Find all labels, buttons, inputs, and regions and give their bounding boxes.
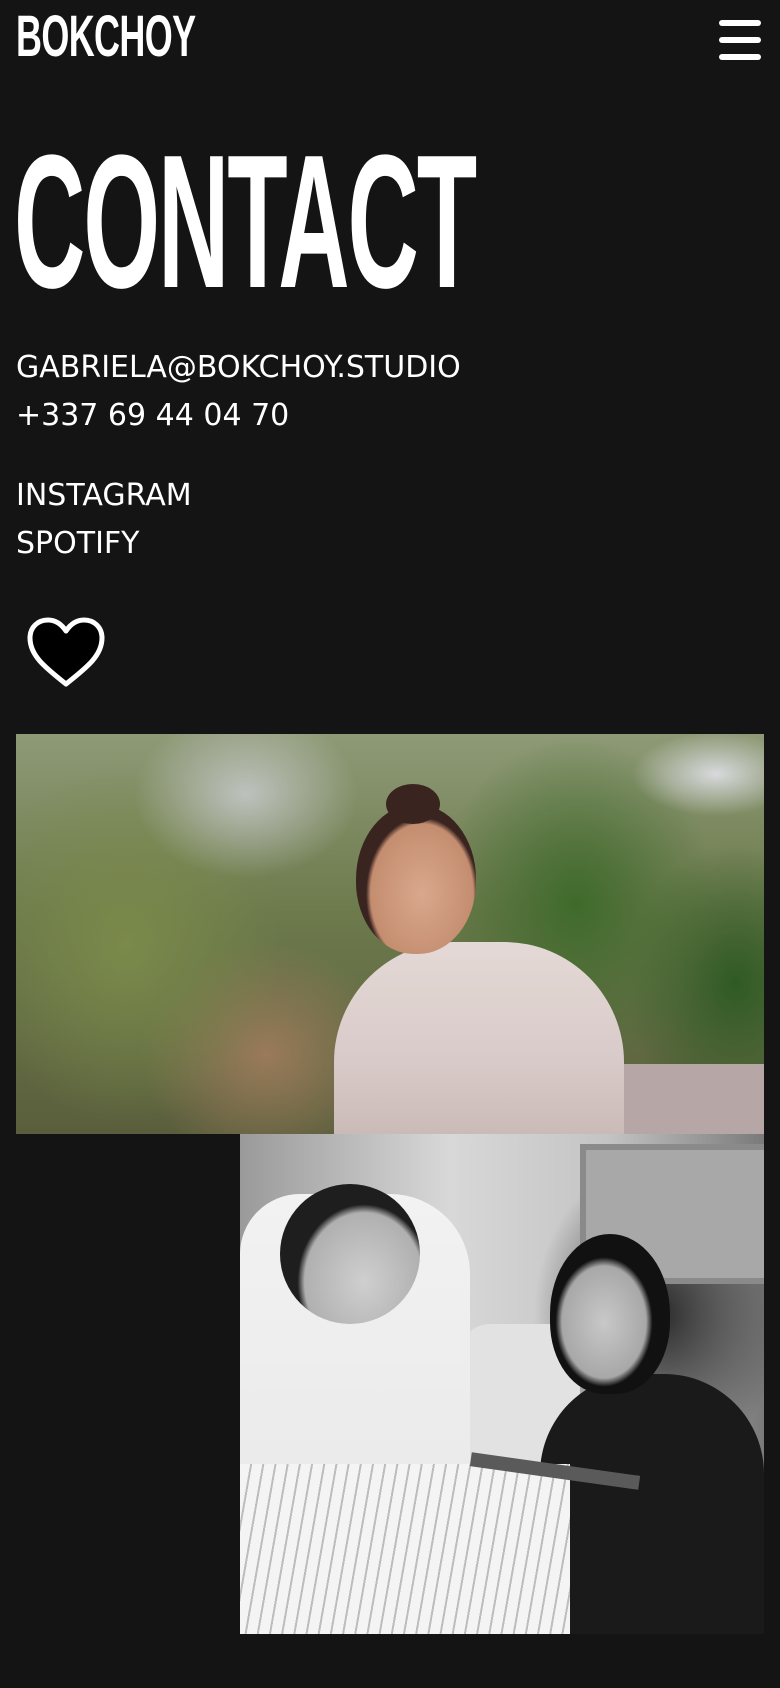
photo-figure-head — [356, 804, 476, 954]
heart-outline-svg — [27, 617, 105, 687]
menu-bar-top — [719, 20, 761, 26]
email-link[interactable]: GABRIELA@BOKCHOY.STUDIO — [16, 350, 461, 386]
spotify-link[interactable]: SPOTIFY — [16, 526, 140, 562]
instagram-link[interactable]: INSTAGRAM — [16, 478, 192, 514]
photo-woman-right-head — [550, 1234, 670, 1394]
hamburger-menu-icon[interactable] — [719, 20, 761, 60]
photo-woman-right-body — [540, 1374, 764, 1634]
photo-figure-shirt — [334, 942, 624, 1134]
photo-figure-hair-bun — [386, 784, 440, 824]
menu-bar-middle — [719, 37, 761, 43]
photo-two-women-reviewing-tablet — [240, 1134, 764, 1634]
photo-woman-in-garden — [16, 734, 764, 1134]
photo-woman-left-head — [280, 1184, 420, 1324]
phone-link[interactable]: +337 69 44 04 70 — [16, 398, 289, 434]
brand-logo[interactable]: BOKCHOY — [16, 2, 196, 72]
heart-icon[interactable] — [26, 616, 106, 688]
page-title: CONTACT — [14, 116, 477, 328]
photo-striped-pants — [240, 1464, 570, 1634]
menu-bar-bottom — [719, 54, 761, 60]
